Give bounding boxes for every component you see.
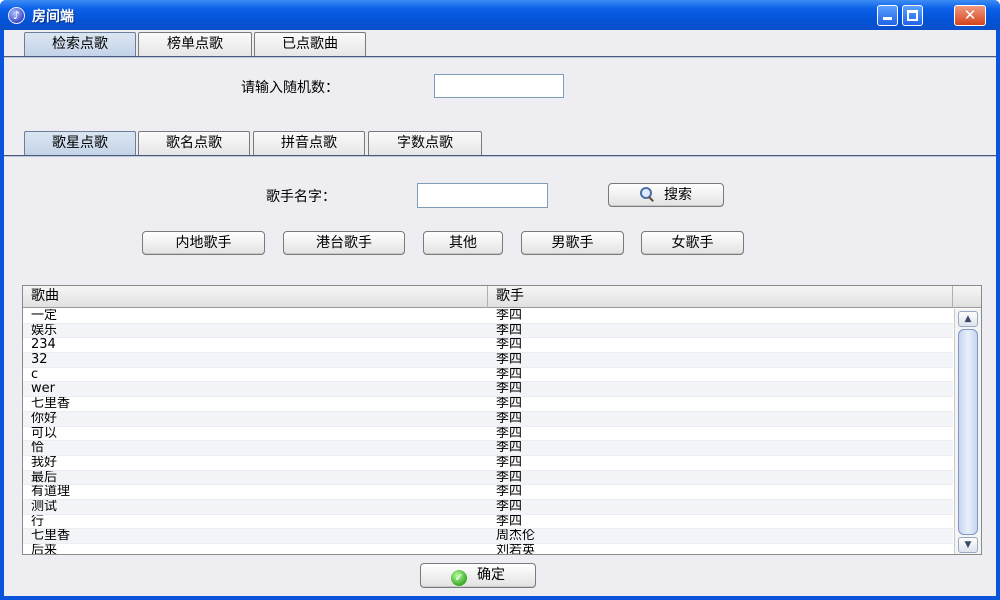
singer-cell: 李四 <box>496 514 523 529</box>
singer-cell: 李四 <box>496 485 523 499</box>
table-header: 歌曲 歌手 <box>23 286 953 308</box>
song-cell: 一定 <box>31 309 58 323</box>
singer-cell: 李四 <box>496 338 523 353</box>
main-tab-divider <box>4 56 996 58</box>
scroll-down-icon[interactable]: ▼ <box>958 537 978 553</box>
category-hk-tw-button[interactable]: 港台歌手 <box>283 231 405 255</box>
table-row[interactable]: 234 李四 <box>23 338 953 354</box>
tab-word-count-search[interactable]: 字数点歌 <box>368 131 482 155</box>
table-row[interactable]: wer 李四 <box>23 382 953 398</box>
song-cell: 有道理 <box>31 485 71 499</box>
table-row[interactable]: c 李四 <box>23 368 953 383</box>
column-header-song[interactable]: 歌曲 <box>23 286 488 308</box>
table-row[interactable]: 七里香 周杰伦 <box>23 529 953 544</box>
tab-search-songs[interactable]: 检索点歌 <box>24 32 136 56</box>
singer-name-label: 歌手名字： <box>266 189 336 205</box>
confirm-button-label: 确定 <box>477 567 505 583</box>
tab-singer-search[interactable]: 歌星点歌 <box>24 131 136 155</box>
song-cell: c <box>31 367 39 382</box>
category-other-button[interactable]: 其他 <box>423 231 503 255</box>
client-area: 检索点歌 榜单点歌 已点歌曲 请输入随机数： 歌星点歌 歌名点歌 拼音点歌 字数… <box>4 30 996 596</box>
song-cell: 行 <box>31 514 45 529</box>
title-bar[interactable]: ♪ 房间端 ✕ <box>0 0 1000 30</box>
table-row[interactable]: 行 李四 <box>23 515 953 530</box>
tab-song-name-search[interactable]: 歌名点歌 <box>138 131 250 155</box>
maximize-button[interactable] <box>902 5 923 26</box>
song-cell: 234 <box>31 338 56 353</box>
minimize-button[interactable] <box>877 5 898 26</box>
singer-cell: 刘若英 <box>496 544 536 555</box>
table-row[interactable]: 32 李四 <box>23 353 953 368</box>
search-button[interactable]: 搜索 <box>608 183 724 207</box>
table-row[interactable]: 可以 李四 <box>23 427 953 442</box>
singer-cell: 李四 <box>496 426 523 441</box>
song-cell: 32 <box>31 353 48 367</box>
singer-cell: 李四 <box>496 382 523 397</box>
category-mainland-button[interactable]: 内地歌手 <box>142 231 265 255</box>
tab-ranking-songs[interactable]: 榜单点歌 <box>138 32 252 56</box>
table-row[interactable]: 你好 李四 <box>23 411 953 427</box>
singer-cell: 李四 <box>496 309 523 323</box>
song-cell: 后来 <box>31 544 58 555</box>
song-cell: 你好 <box>31 411 58 426</box>
table-body: 一定 李四 娱乐 李四 234 李四 32 李四 c 李四 wer 李四 七里香 李四 你好 李四 可以 李四恰李… <box>23 309 953 555</box>
table-row[interactable]: 后来 刘若英 <box>23 544 953 555</box>
song-cell: 娱乐 <box>31 323 58 338</box>
scroll-up-icon[interactable]: ▲ <box>958 311 978 327</box>
random-number-label: 请输入随机数： <box>241 80 339 96</box>
singer-cell: 李四 <box>496 367 523 382</box>
singer-name-input[interactable] <box>417 183 548 208</box>
random-number-input[interactable] <box>434 74 564 98</box>
table-row[interactable]: 我好 李四 <box>23 456 953 471</box>
sub-tab-divider <box>4 155 996 157</box>
music-note-icon: ♪ <box>8 7 25 24</box>
close-button[interactable]: ✕ <box>954 5 986 26</box>
table-row[interactable]: 娱乐 李四 <box>23 323 953 339</box>
search-button-label: 搜索 <box>664 187 692 203</box>
singer-cell: 李四 <box>496 455 523 470</box>
singer-cell: 李四 <box>496 353 523 367</box>
tab-pinyin-search[interactable]: 拼音点歌 <box>253 131 365 155</box>
check-icon: ✓ <box>451 570 467 586</box>
song-cell: wer <box>31 382 55 397</box>
song-cell: 七里香 <box>31 397 71 411</box>
table-row[interactable]: 恰 李四 <box>23 441 953 456</box>
table-row[interactable]: 有道理 李四 <box>23 485 953 500</box>
search-icon <box>640 187 654 201</box>
column-header-singer[interactable]: 歌手 <box>488 286 953 308</box>
confirm-button[interactable]: ✓ 确定 <box>420 563 536 588</box>
scroll-thumb[interactable] <box>958 329 978 535</box>
sub-tabs: 歌星点歌 歌名点歌 拼音点歌 字数点歌 <box>24 131 494 155</box>
singer-cell: 李四 <box>496 397 523 411</box>
song-cell: 最后 <box>31 470 58 485</box>
singer-cell: 李四 <box>496 499 523 514</box>
song-cell: 测试 <box>31 499 58 514</box>
singer-cell: 李四 <box>496 441 523 455</box>
song-table: 歌曲 歌手 一定 李四 娱乐 李四 234 李四 32 李四 c 李四 wer 李四 七里香 李四 你好 李四… <box>22 285 982 555</box>
table-header-corner <box>953 286 981 308</box>
song-cell: 七里香 <box>31 529 71 543</box>
tab-selected-songs[interactable]: 已点歌曲 <box>254 32 366 56</box>
singer-cell: 李四 <box>496 470 523 485</box>
category-female-button[interactable]: 女歌手 <box>641 231 744 255</box>
song-cell: 恰 <box>31 441 45 455</box>
song-cell: 可以 <box>31 426 58 441</box>
maximize-icon <box>907 10 918 21</box>
vertical-scrollbar[interactable]: ▲ ▼ <box>954 309 981 554</box>
main-tabs: 检索点歌 榜单点歌 已点歌曲 <box>24 32 374 56</box>
minimize-icon <box>883 17 892 20</box>
window-title: 房间端 <box>32 9 74 25</box>
singer-cell: 李四 <box>496 323 523 338</box>
table-row[interactable]: 测试 李四 <box>23 499 953 515</box>
table-row[interactable]: 一定 李四 <box>23 309 953 324</box>
close-icon: ✕ <box>963 6 977 24</box>
table-row[interactable]: 七里香 李四 <box>23 397 953 412</box>
table-row[interactable]: 最后 李四 <box>23 470 953 486</box>
singer-cell: 周杰伦 <box>496 529 536 543</box>
app-window: ♪ 房间端 ✕ 检索点歌 榜单点歌 已点歌曲 请输入随机数： 歌星点歌 歌名点歌… <box>0 0 1000 600</box>
singer-cell: 李四 <box>496 411 523 426</box>
song-cell: 我好 <box>31 455 58 470</box>
category-male-button[interactable]: 男歌手 <box>521 231 624 255</box>
